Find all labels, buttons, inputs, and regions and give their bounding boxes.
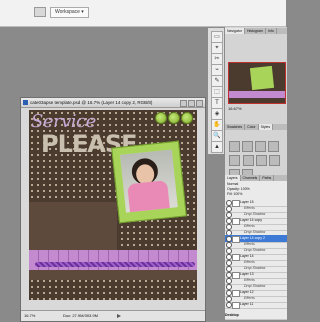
layers-footer: Desktop — [225, 312, 287, 320]
style-swatch[interactable] — [268, 141, 279, 152]
document-title: cate03apse template.psd @ 16.7% (Layer 1… — [30, 100, 153, 105]
green-brads — [154, 112, 193, 125]
navigator-zoom[interactable]: 16.67% — [228, 106, 242, 111]
tab-layers[interactable]: Layers — [225, 175, 241, 181]
tools-panel: ▭ ⌖ ✂ ⌁ ✎ ⬚ T ◈ ✋ 🔍 ▲ — [207, 27, 225, 155]
document-canvas[interactable]: Service PLEASE — [29, 110, 197, 300]
tab-histogram[interactable]: Histogram — [245, 28, 266, 34]
maximize-button[interactable] — [188, 100, 195, 107]
shape-tool-icon[interactable]: ▲ — [211, 141, 223, 153]
window-controls — [179, 100, 203, 110]
style-swatch[interactable] — [229, 141, 240, 152]
tab-channels[interactable]: Channels — [241, 175, 261, 181]
document-title-bar[interactable]: cate03apse template.psd @ 16.7% (Layer 1… — [21, 98, 205, 108]
navigator-tabs: Navigator Histogram Info — [225, 28, 287, 34]
photo-frame — [111, 140, 187, 224]
brad-2 — [168, 112, 180, 124]
tool-preset-icon[interactable] — [34, 7, 46, 17]
options-bar: Workspace ▾ — [0, 0, 286, 27]
status-menu-arrow-icon[interactable] — [117, 314, 121, 318]
layers-panel: Layers Channels Paths Normal Opacity: 100%… — [225, 175, 287, 320]
tab-swatches[interactable]: Swatches — [225, 124, 246, 130]
brad-1 — [155, 112, 167, 124]
tab-navigator[interactable]: Navigator — [225, 28, 245, 34]
swatch-tabs: Swatches Color Styles — [225, 124, 287, 130]
minimize-button[interactable] — [180, 100, 187, 107]
brad-3 — [181, 112, 193, 124]
style-swatch[interactable] — [256, 155, 268, 166]
layer-thumbnail — [232, 302, 240, 309]
brown-ribbon — [29, 270, 197, 280]
layer-row[interactable]: Layer 11 — [225, 301, 287, 309]
tab-styles[interactable]: Styles — [258, 124, 274, 130]
close-button[interactable] — [196, 100, 203, 107]
layer-options: Normal Opacity: 100% Fill: 100% — [227, 182, 250, 197]
tab-paths[interactable]: Paths — [260, 175, 275, 181]
workspace-menu-button[interactable]: Workspace ▾ — [50, 7, 89, 18]
document-window[interactable]: cate03apse template.psd @ 16.7% (Layer 1… — [20, 97, 206, 322]
photoshop-doc-icon — [23, 100, 28, 105]
style-swatch[interactable] — [229, 155, 240, 166]
styles-grid — [228, 140, 284, 180]
title-word-service: Service — [31, 111, 96, 132]
layers-tabs: Layers Channels Paths — [225, 175, 287, 181]
style-swatch[interactable] — [269, 155, 281, 166]
style-swatch[interactable] — [243, 155, 255, 166]
layer-name: Layer 11 — [240, 302, 254, 306]
document-status-bar: 16.7% Doc: 27.9M/393.9M — [21, 310, 205, 321]
style-swatch[interactable] — [242, 141, 253, 152]
style-swatch[interactable] — [255, 141, 266, 152]
panels-dock: Navigator Histogram Info 16.67% Swatches Co… — [224, 27, 287, 320]
child-photo — [120, 149, 178, 213]
tab-info[interactable]: Info — [266, 28, 277, 34]
fill-field[interactable]: Fill: 100% — [227, 192, 250, 197]
tab-color[interactable]: Color — [245, 124, 259, 130]
purple-rope-ribbon — [35, 262, 195, 267]
navigator-thumbnail[interactable] — [228, 62, 286, 104]
